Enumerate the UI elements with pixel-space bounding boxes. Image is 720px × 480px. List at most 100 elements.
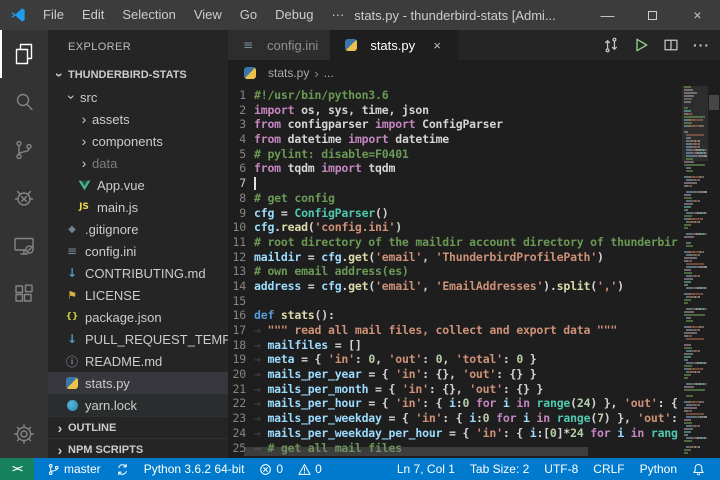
more-actions-icon[interactable]: ···: [693, 37, 710, 53]
code-line-8[interactable]: 8# get config: [228, 191, 682, 206]
breadcrumb-more[interactable]: ...: [324, 66, 334, 80]
minimap-line: [684, 299, 707, 301]
tab-label: config.ini: [267, 38, 318, 53]
code-line-14[interactable]: 14address = cfg.get('email', 'EmailAddre…: [228, 279, 682, 294]
code-line-24[interactable]: 24→ mails_per_weekday_per_hour = { 'in':…: [228, 426, 682, 441]
minimize-button[interactable]: —: [585, 0, 630, 30]
code-line-21[interactable]: 21→ mails_per_month = { 'in': {}, 'out':…: [228, 382, 682, 397]
horizontal-scrollbar[interactable]: [244, 447, 588, 456]
run-icon[interactable]: [633, 37, 649, 53]
settings-file-icon: ≡: [240, 38, 256, 52]
tree-item-package-json[interactable]: {}package.json: [48, 306, 228, 328]
tree-item-stats-py[interactable]: stats.py: [48, 372, 228, 394]
code-line-4[interactable]: 4from datetime import datetime: [228, 132, 682, 147]
tree-item-components[interactable]: ›components: [48, 130, 228, 152]
code-line-11[interactable]: 11# root directory of the maildir accoun…: [228, 235, 682, 250]
menu-item-debug[interactable]: Debug: [266, 0, 322, 30]
code-line-16[interactable]: 16def stats():: [228, 308, 682, 323]
activity-manage-icon[interactable]: [0, 410, 48, 458]
activity-source-control-icon[interactable]: [0, 126, 48, 174]
split-editor-icon[interactable]: [663, 37, 679, 53]
tree-item-label: PULL_REQUEST_TEMP...: [85, 332, 228, 347]
activity-explorer-icon[interactable]: [0, 30, 48, 78]
code-editor[interactable]: 1#!/usr/bin/python3.62import os, sys, ti…: [228, 86, 720, 458]
minimap-line: [684, 260, 707, 262]
code-line-12[interactable]: 12maildir = cfg.get('email', 'Thunderbir…: [228, 250, 682, 265]
status-eol[interactable]: CRLF: [588, 458, 629, 480]
tab-close-icon[interactable]: ×: [429, 38, 445, 53]
tree-item-contributing-md[interactable]: ↓CONTRIBUTING.md: [48, 262, 228, 284]
remote-indicator[interactable]: ><: [0, 458, 34, 480]
open-changes-icon[interactable]: [603, 37, 619, 53]
code-line-23[interactable]: 23→ mails_per_weekday = { 'in': { i:0 fo…: [228, 411, 682, 426]
code-line-15[interactable]: 15: [228, 294, 682, 309]
status-indentation[interactable]: Tab Size: 2: [465, 458, 534, 480]
tree-item-config-ini[interactable]: ≡config.ini: [48, 240, 228, 262]
tab-config-ini[interactable]: ≡ config.ini: [228, 30, 331, 60]
python-file-icon: [64, 377, 80, 389]
maximize-button[interactable]: [630, 0, 675, 30]
activity-debug-icon[interactable]: [0, 174, 48, 222]
chevron-right-icon: ›: [52, 442, 68, 458]
status-warnings[interactable]: 0: [293, 458, 327, 480]
code-line-13[interactable]: 13# own email address(es): [228, 264, 682, 279]
tree-item-yarn-lock[interactable]: yarn.lock: [48, 394, 228, 416]
section-npm-scripts[interactable]: ›NPM SCRIPTS: [48, 438, 228, 458]
code-line-22[interactable]: 22→ mails_per_hour = { 'in': { i:0 for i…: [228, 396, 682, 411]
tree-item-app-vue[interactable]: App.vue: [48, 174, 228, 196]
status-errors[interactable]: 0: [254, 458, 288, 480]
minimap-line: [684, 263, 707, 265]
tree-item-assets[interactable]: ›assets: [48, 108, 228, 130]
tree-item-thunderbird-stats[interactable]: ›THUNDERBIRD-STATS: [48, 64, 228, 86]
minimap-line: [684, 149, 707, 151]
status-sync[interactable]: [111, 458, 134, 480]
tree-item-license[interactable]: ⚑LICENSE: [48, 284, 228, 306]
breadcrumb-separator: ›: [314, 66, 318, 81]
code-line-19[interactable]: 19→ meta = { 'in': 0, 'out': 0, 'total':…: [228, 352, 682, 367]
activity-remote-explorer-icon[interactable]: [0, 222, 48, 270]
code-line-6[interactable]: 6from tqdm import tqdm: [228, 161, 682, 176]
code-line-7[interactable]: 7: [228, 176, 682, 191]
vertical-scrollbar[interactable]: [708, 86, 720, 458]
close-button[interactable]: ×: [675, 0, 720, 30]
menu-item-edit[interactable]: Edit: [73, 0, 113, 30]
activity-extensions-icon[interactable]: [0, 270, 48, 318]
code-line-9[interactable]: 9cfg = ConfigParser(): [228, 206, 682, 221]
code-line-18[interactable]: 18→ mailfiles = []: [228, 338, 682, 353]
menu-item-file[interactable]: File: [34, 0, 73, 30]
status-notifications[interactable]: [687, 458, 710, 480]
status-language-mode[interactable]: Python: [635, 458, 682, 480]
status-python-version[interactable]: Python 3.6.2 64-bit: [139, 458, 250, 480]
tree-item-pull-request-temp[interactable]: ↓ PULL_REQUEST_TEMP...: [48, 328, 228, 350]
minimap-line: [684, 338, 707, 340]
code-line-3[interactable]: 3from configparser import ConfigParser: [228, 117, 682, 132]
line-number: 8: [228, 191, 246, 206]
code-line-2[interactable]: 2import os, sys, time, json: [228, 103, 682, 118]
code-line-17[interactable]: 17→ """ read all mail files, collect and…: [228, 323, 682, 338]
tree-item-main-js[interactable]: JSmain.js: [48, 196, 228, 218]
tree-item-data[interactable]: ›data: [48, 152, 228, 174]
status-encoding[interactable]: UTF-8: [539, 458, 583, 480]
minimap-line: [684, 170, 707, 172]
error-icon: [259, 463, 272, 476]
code-line-5[interactable]: 5# pylint: disable=F0401: [228, 147, 682, 162]
menu-item-[interactable]: ···: [322, 0, 353, 30]
section-outline[interactable]: ›OUTLINE: [48, 416, 228, 438]
tab-stats-py[interactable]: stats.py×: [331, 30, 458, 60]
activity-search-icon[interactable]: [0, 78, 48, 126]
status-git-branch[interactable]: master: [42, 458, 106, 480]
breadcrumb-file[interactable]: stats.py: [268, 66, 309, 80]
minimap[interactable]: [682, 86, 708, 458]
tree-item-gitignore[interactable]: ◆.gitignore: [48, 218, 228, 240]
tree-item-readme-md[interactable]: ⓘREADME.md: [48, 350, 228, 372]
menu-item-view[interactable]: View: [185, 0, 231, 30]
tree-item-src[interactable]: ›src: [48, 86, 228, 108]
status-cursor-position[interactable]: Ln 7, Col 1: [392, 458, 460, 480]
code-line-20[interactable]: 20→ mails_per_year = { 'in': {}, 'out': …: [228, 367, 682, 382]
markdown-icon: ↓: [64, 332, 80, 346]
code-line-10[interactable]: 10cfg.read('config.ini'): [228, 220, 682, 235]
code-line-1[interactable]: 1#!/usr/bin/python3.6: [228, 88, 682, 103]
line-number: 4: [228, 132, 246, 147]
menu-item-selection[interactable]: Selection: [113, 0, 184, 30]
menu-item-go[interactable]: Go: [231, 0, 266, 30]
